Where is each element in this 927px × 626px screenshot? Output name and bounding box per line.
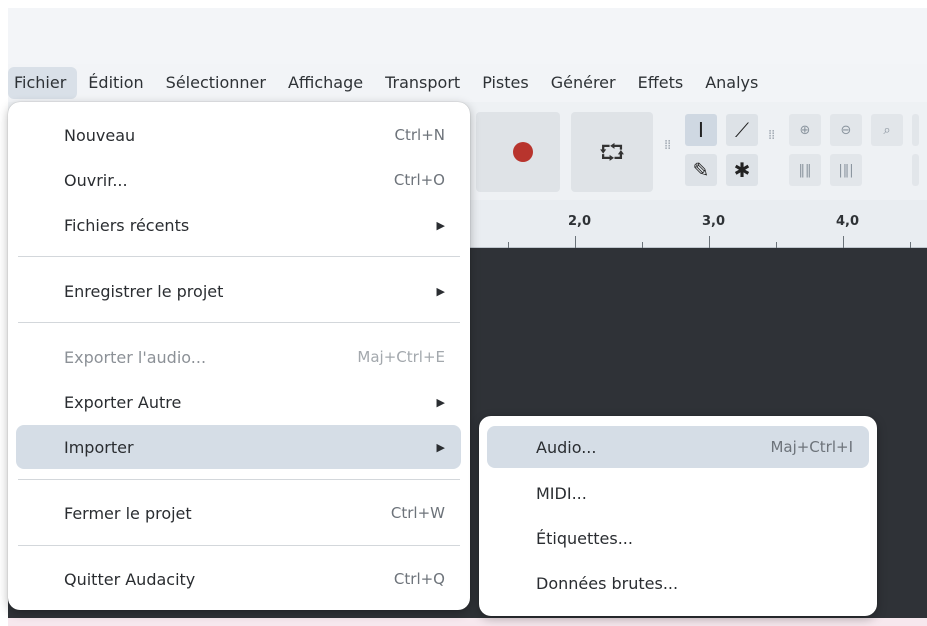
menu-fichier[interactable]: Fichier [8,67,78,99]
submenu-item-donnees-brutes[interactable]: Données brutes... [487,562,869,604]
zoom-toggle-icon[interactable] [912,114,919,146]
menu-item-label: Nouveau [64,125,136,145]
menu-transport[interactable]: Transport [374,67,471,99]
menu-item-nouveau[interactable]: Nouveau Ctrl+N [16,114,461,156]
toolbar-grip-icon[interactable]: ⁞⁞ [664,139,671,152]
menu-pistes[interactable]: Pistes [471,67,540,99]
file-menu: Nouveau Ctrl+N Ouvrir... Ctrl+O Fichiers… [8,102,470,610]
menu-item-label: Fermer le projet [64,503,192,523]
trim-icon[interactable] [912,154,919,186]
zoom-out-icon[interactable]: ⊖ [830,114,862,146]
submenu-arrow-icon: ▶ [436,218,445,232]
menu-item-shortcut: Ctrl+N [394,126,445,144]
menu-item-label: Données brutes... [536,573,679,593]
menu-item-shortcut: Maj+Ctrl+I [770,438,853,456]
ruler-tick [575,236,576,248]
menu-bar: Fichier Édition Sélectionner Affichage T… [8,64,927,102]
fit-project-icon[interactable]: |‖| [830,154,862,186]
menu-item-fermer[interactable]: Fermer le projet Ctrl+W [16,492,461,534]
title-bar [8,8,927,64]
ruler-label: 4,0 [836,214,860,229]
record-icon [513,142,533,162]
menu-edition[interactable]: Édition [77,67,154,99]
menu-separator [18,479,460,480]
menu-item-label: MIDI... [536,483,587,503]
menu-item-label: Exporter Autre [64,392,182,412]
menu-item-label: Exporter l'audio... [64,347,207,367]
menu-analyser[interactable]: Analys [694,67,769,99]
ruler-tick [843,236,844,248]
menu-item-label: Importer [64,437,134,457]
menu-effets[interactable]: Effets [627,67,695,99]
menu-item-label: Fichiers récents [64,215,190,235]
menu-item-importer[interactable]: Importer ▶ [16,425,461,469]
zoom-selection-icon[interactable]: ⌕ [871,114,903,146]
menu-separator [18,256,460,257]
menu-item-label: Étiquettes... [536,528,633,548]
toolbar-grip-icon-2[interactable]: ⁞⁞ [768,129,775,142]
menu-item-enregistrer[interactable]: Enregistrer le projet ▶ [16,270,461,312]
loop-button[interactable]: ⮔ [571,112,653,192]
submenu-item-etiquettes[interactable]: Étiquettes... [487,517,869,559]
fit-selection-icon[interactable]: ‖‖ [789,154,821,186]
menu-item-label: Audio... [536,437,597,457]
selection-tool-icon[interactable]: I [685,114,717,146]
menu-item-shortcut: Ctrl+W [390,504,445,522]
import-submenu: Audio... Maj+Ctrl+I MIDI... Étiquettes..… [479,416,877,616]
zoom-in-icon[interactable]: ⊕ [789,114,821,146]
menu-separator [18,545,460,546]
submenu-item-midi[interactable]: MIDI... [487,472,869,514]
ruler-tick [709,236,710,248]
menu-item-label: Ouvrir... [64,170,128,190]
envelope-tool-icon[interactable]: ⟋ [726,114,758,146]
record-button[interactable] [476,112,560,192]
menu-item-shortcut: Ctrl+Q [393,570,445,588]
menu-item-exporter-audio[interactable]: Exporter l'audio... Maj+Ctrl+E [16,336,461,378]
menu-item-fichiers-recents[interactable]: Fichiers récents ▶ [16,204,461,246]
menu-item-shortcut: Maj+Ctrl+E [357,348,445,366]
menu-selectionner[interactable]: Sélectionner [155,67,277,99]
menu-item-ouvrir[interactable]: Ouvrir... Ctrl+O [16,159,461,201]
menu-item-shortcut: Ctrl+O [393,171,445,189]
menu-separator [18,322,460,323]
submenu-arrow-icon: ▶ [436,284,445,298]
menu-item-exporter-autre[interactable]: Exporter Autre ▶ [16,381,461,423]
menu-affichage[interactable]: Affichage [277,67,374,99]
draw-tool-icon[interactable]: ✎ [685,154,717,186]
ruler-label: 2,0 [568,214,592,229]
menu-item-label: Quitter Audacity [64,569,196,589]
multi-tool-icon[interactable]: ✱ [726,154,758,186]
submenu-arrow-icon: ▶ [436,440,445,454]
submenu-arrow-icon: ▶ [436,395,445,409]
menu-generer[interactable]: Générer [540,67,627,99]
submenu-item-audio[interactable]: Audio... Maj+Ctrl+I [487,426,869,468]
menu-item-quitter[interactable]: Quitter Audacity Ctrl+Q [16,558,461,600]
status-strip [8,618,927,626]
loop-icon: ⮔ [599,141,626,166]
ruler-label: 3,0 [702,214,726,229]
menu-item-label: Enregistrer le projet [64,281,224,301]
